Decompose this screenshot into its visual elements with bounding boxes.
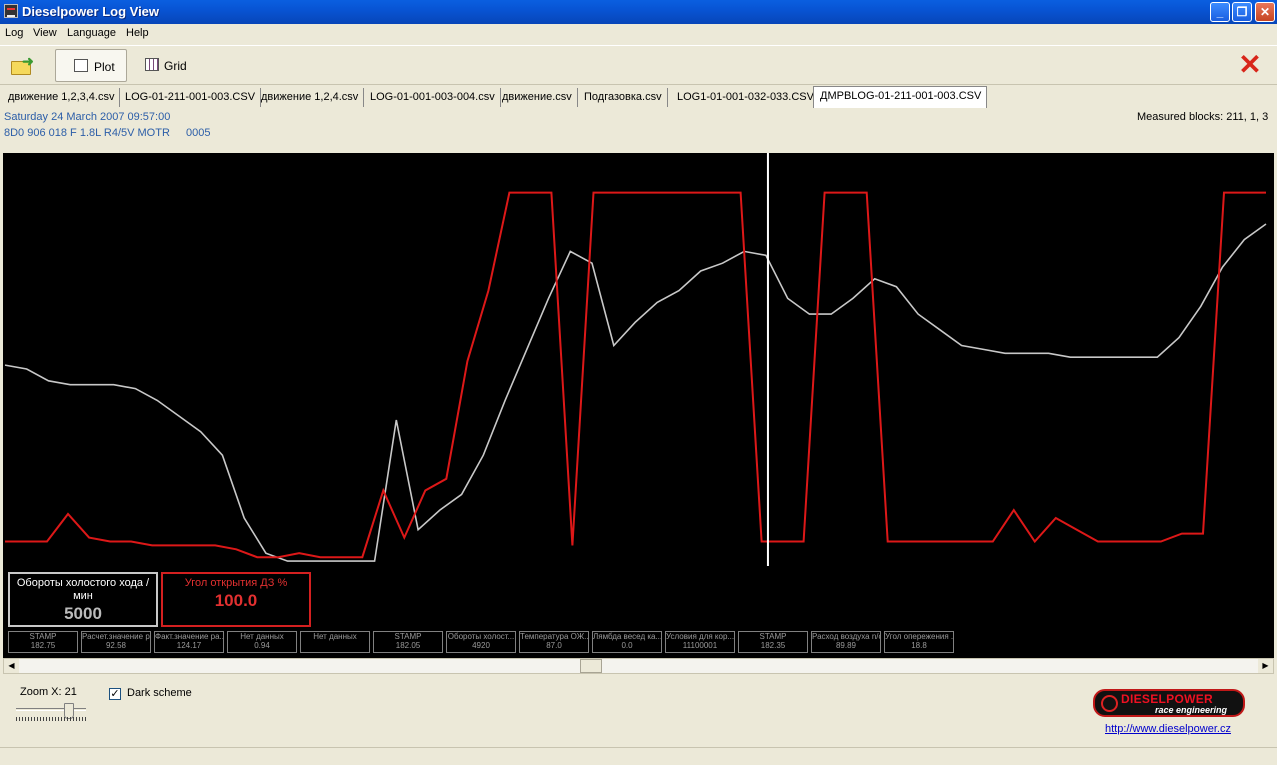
tab-file[interactable]: Подгазовка.csv — [578, 88, 668, 107]
mini-readout-name: Условия для кор... — [666, 632, 734, 641]
mini-readout-name: Расчет.значение ра... — [82, 632, 150, 641]
measured-blocks: Measured blocks: 211, 1, 3 — [1137, 111, 1269, 123]
dieselpower-logo: DIESELPOWER race engineering — [1093, 689, 1245, 717]
mini-readout-value: 0.94 — [254, 641, 270, 650]
zoom-label: Zoom X: 21 — [20, 686, 77, 698]
zoom-slider[interactable] — [14, 703, 88, 725]
ecu-code: 0005 — [186, 127, 211, 139]
website-link[interactable]: http://www.dieselpower.cz — [1105, 723, 1231, 735]
mini-readout-name: Расход воздуха n/c — [812, 632, 880, 641]
mini-readout-name: STAMP — [29, 632, 57, 641]
grid-icon — [145, 58, 159, 71]
mini-readout[interactable]: Расчет.значение ра...92.58 — [81, 631, 151, 653]
readout-throttle[interactable]: Угол открытия ДЗ % 100.0 — [161, 572, 311, 627]
status-bar — [0, 747, 1277, 765]
mini-readout-name: Обороты холост... — [447, 632, 515, 641]
mini-readout[interactable]: Условия для кор... 11100001 — [665, 631, 735, 653]
app-window: Dieselpower Log View _ ❐ ✕ Log View Lang… — [0, 0, 1277, 765]
plot-label: Plot — [94, 60, 115, 74]
mini-readout-value: 182.35 — [760, 641, 786, 650]
open-log-button[interactable]: ➜ — [8, 52, 36, 80]
mini-readout-value: 18.8 — [911, 641, 927, 650]
mini-readout[interactable]: STAMP 182.05 — [373, 631, 443, 653]
readout-throttle-name: Угол открытия ДЗ % — [184, 577, 288, 589]
logo-subtext: race engineering — [1155, 705, 1228, 715]
readout-rpm[interactable]: Обороты холостого хода /мин 5000 — [8, 572, 158, 627]
dark-scheme-checkbox[interactable]: ✓ — [109, 688, 121, 700]
mini-readout[interactable]: Температура ОЖ... 87.0 — [519, 631, 589, 653]
mini-readout[interactable]: Обороты холост... 4920 — [446, 631, 516, 653]
plot-area[interactable]: Обороты холостого хода /мин 5000 Угол от… — [3, 153, 1274, 658]
line-chart[interactable] — [3, 153, 1274, 568]
mini-readout-name: Нет данных — [240, 632, 284, 641]
mini-readout-value: 124.17 — [176, 641, 202, 650]
horizontal-scrollbar[interactable]: ◀ ▶ — [3, 658, 1274, 674]
mini-readout-value: 11100001 — [682, 641, 718, 650]
mini-readout-value: 89.89 — [835, 641, 857, 650]
toolbar: ➜ Plot Grid ✕ — [0, 45, 1277, 85]
scroll-thumb[interactable] — [580, 659, 602, 673]
mini-readout-name: Факт.значение ра... — [155, 632, 223, 641]
zoom-track — [16, 708, 86, 711]
mini-readout[interactable]: Нет данных 0.94 — [227, 631, 297, 653]
tab-file-active[interactable]: ДМРBLOG-01-211-001-003.CSV — [813, 86, 988, 108]
maximize-button[interactable]: ❐ — [1232, 2, 1252, 22]
mini-readout-name: Лямбда весед ка... — [593, 632, 661, 641]
mini-readout-name: STAMP — [394, 632, 422, 641]
log-date: Saturday 24 March 2007 09:57:00 — [4, 111, 171, 123]
turbo-icon — [1101, 695, 1118, 712]
menu-language[interactable]: Language — [67, 27, 116, 39]
minimize-button[interactable]: _ — [1210, 2, 1230, 22]
tab-file[interactable]: LOG-01-211-001-003.CSV — [119, 88, 262, 107]
dark-scheme-label: Dark scheme — [127, 687, 192, 699]
logo-text: DIESELPOWER — [1121, 692, 1213, 706]
mini-readout-name: STAMP — [759, 632, 787, 641]
tab-file[interactable]: движение 1,2,3,4.csv — [2, 88, 121, 107]
plot-icon — [74, 59, 88, 72]
series-throttle-line — [5, 191, 1266, 559]
app-icon — [4, 4, 18, 18]
mini-readout-value: 0.0 — [621, 641, 633, 650]
menu-help[interactable]: Help — [126, 27, 149, 39]
readout-rpm-name: Обороты холостого хода /мин — [16, 577, 150, 602]
mini-readout[interactable]: Угол опережения ... 18.8 — [884, 631, 954, 653]
mini-readout-value: 182.75 — [30, 641, 56, 650]
grid-label: Grid — [164, 59, 187, 73]
tab-file[interactable]: LOG-01-001-003-004.csv — [364, 88, 501, 107]
close-window-button[interactable]: ✕ — [1255, 2, 1275, 22]
tab-file[interactable]: движение.csv — [496, 88, 578, 107]
plot-button[interactable]: Plot — [55, 49, 127, 82]
mini-readout-value: 87.0 — [546, 641, 562, 650]
zoom-ticks — [16, 717, 86, 721]
menu-view[interactable]: View — [33, 27, 57, 39]
menu-log[interactable]: Log — [5, 27, 23, 39]
tab-file[interactable]: движение 1,2,4.csv — [255, 88, 365, 107]
readout-rpm-value: 5000 — [64, 604, 102, 623]
mini-readout[interactable]: Факт.значение ра... 124.17 — [154, 631, 224, 653]
close-log-icon[interactable]: ✕ — [1238, 51, 1262, 79]
mini-readout-name: Угол опережения ... — [885, 632, 953, 641]
grid-button[interactable]: Grid — [138, 49, 198, 82]
mini-readout-name: Температура ОЖ... — [520, 632, 588, 641]
green-arrow-icon: ➜ — [22, 53, 34, 69]
readout-throttle-value: 100.0 — [214, 591, 258, 610]
mini-readout[interactable]: Лямбда весед ка... 0.0 — [592, 631, 662, 653]
series-rpm-line — [4, 223, 1267, 562]
mini-readout[interactable]: STAMP 182.75 — [8, 631, 78, 653]
scroll-left-icon[interactable]: ◀ — [4, 659, 19, 673]
tab-bar: движение 1,2,3,4.csv LOG-01-211-001-003.… — [0, 86, 1277, 108]
title-bar[interactable]: Dieselpower Log View _ ❐ ✕ — [0, 0, 1277, 24]
window-title: Dieselpower Log View — [22, 4, 160, 19]
mini-readout-value: 4920 — [472, 641, 490, 650]
mini-readout-value: 182.05 — [395, 641, 421, 650]
mini-readout[interactable]: Нет данных — [300, 631, 370, 653]
mini-readout-name: Нет данных — [313, 632, 357, 641]
scroll-right-icon[interactable]: ▶ — [1258, 659, 1273, 673]
mini-readout-value: 92.58 — [105, 641, 127, 650]
tab-file[interactable]: LOG1-01-001-032-033.CSV — [671, 88, 820, 107]
mini-readout[interactable]: STAMP 182.35 — [738, 631, 808, 653]
menu-bar: Log View Language Help — [0, 24, 1277, 44]
mini-readout[interactable]: Расход воздуха n/c 89.89 — [811, 631, 881, 653]
ecu-id: 8D0 906 018 F 1.8L R4/5V MOTR — [4, 127, 170, 139]
